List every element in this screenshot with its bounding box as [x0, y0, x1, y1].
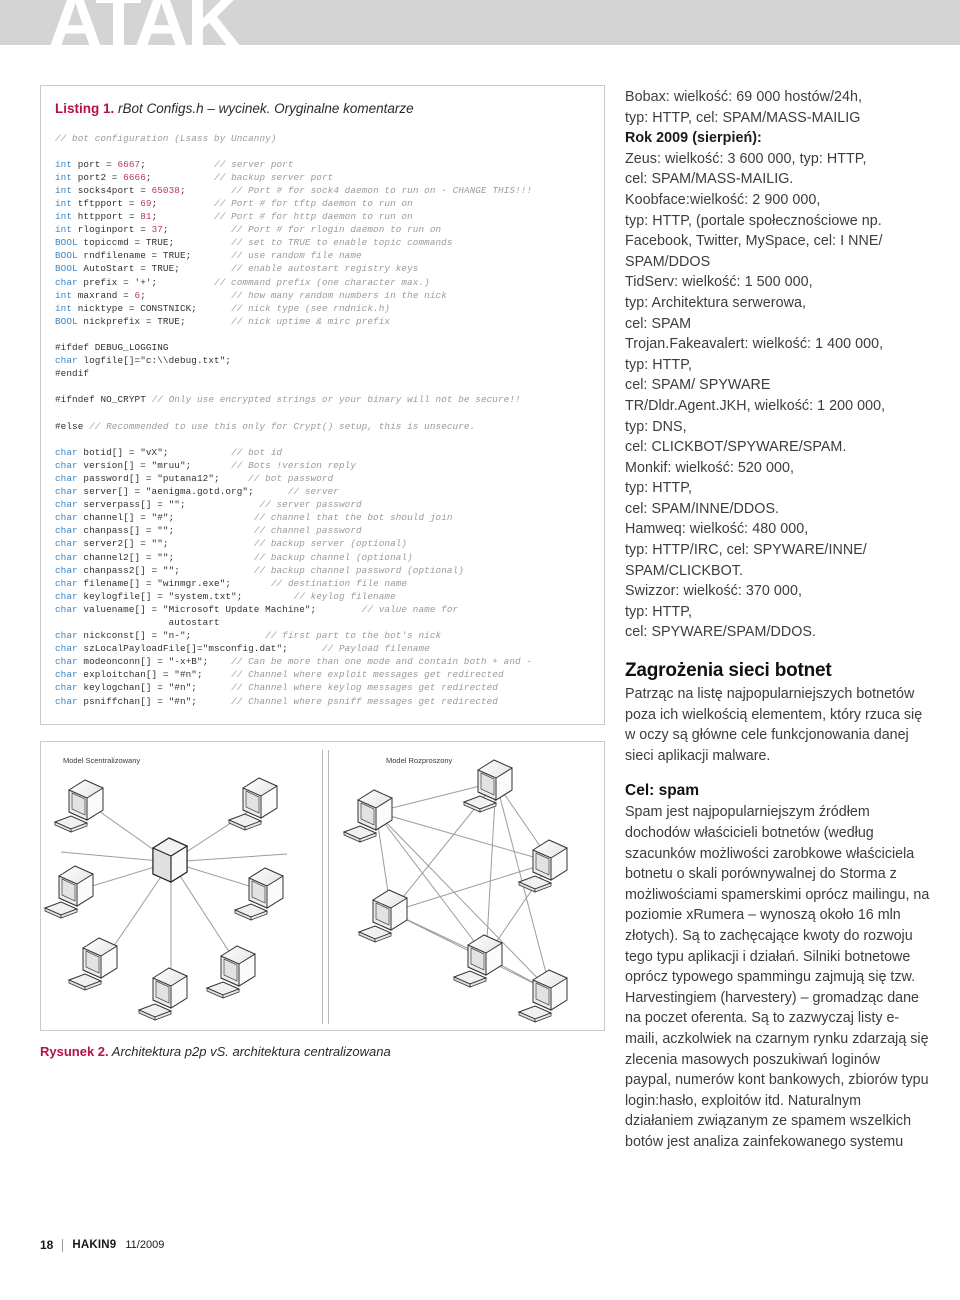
botnet-info-line: SPAM/CLICKBOT. — [625, 562, 744, 579]
botnet-info-line: cel: SPAM/INNE/DDOS. — [625, 500, 780, 517]
botnet-info-line: typ: HTTP, — [625, 480, 692, 497]
botnet-info-line: cel: SPAM — [625, 315, 692, 332]
network-topology-svg — [44, 759, 568, 1023]
heading-spam: Cel: spam — [625, 782, 700, 800]
heading-threats: Zagrożenia sieci botnet — [625, 660, 832, 682]
botnet-info-line: typ: Architektura serwerowa, — [625, 294, 806, 311]
code-listing-box: Listing 1. rBot Configs.h – wycinek. Ory… — [40, 85, 605, 725]
paragraph-spam: Spam jest najpopularniejszym źródłem doc… — [625, 804, 930, 1150]
left-column: Listing 1. rBot Configs.h – wycinek. Ory… — [40, 85, 605, 1059]
botnet-info-line: typ: HTTP, cel: SPAM/MASS-MAILIG — [625, 109, 861, 126]
listing-caption: rBot Configs.h – wycinek. Oryginalne kom… — [118, 101, 414, 116]
botnet-info-line: TidServ: wielkość: 1 500 000, — [625, 274, 813, 291]
listing-header: Listing 1. rBot Configs.h – wycinek. Ory… — [55, 100, 592, 118]
botnet-info-line: Monkif: wielkość: 520 000, — [625, 459, 794, 476]
page-footer: 18 HAKIN9 11/2009 — [40, 1238, 164, 1252]
magazine-name: HAKIN9 — [72, 1239, 117, 1251]
listing-label: Listing 1. — [55, 101, 115, 116]
botnet-info-line: Bobax: wielkość: 69 000 hostów/24h, — [625, 89, 862, 105]
botnet-info-line: TR/Dldr.Agent.JKH, wielkość: 1 200 000, — [625, 397, 886, 414]
botnet-info-line: Zeus: wielkość: 3 600 000, typ: HTTP, — [625, 150, 867, 167]
centralized-model-group — [44, 777, 288, 1021]
botnet-info-line: SPAM/DDOS — [625, 253, 711, 270]
botnet-info-line: cel: SPYWARE/SPAM/DDOS. — [625, 624, 817, 641]
botnet-info-line: typ: HTTP/IRC, cel: SPYWARE/INNE/ — [625, 542, 867, 559]
right-column: Bobax: wielkość: 69 000 hostów/24h, typ: … — [625, 87, 930, 1153]
botnet-info-line: cel: CLICKBOT/SPYWARE/SPAM. — [625, 439, 847, 456]
footer-divider — [62, 1238, 64, 1252]
figure-caption-label: Rysunek 2. — [40, 1043, 109, 1059]
figure-caption: Rysunek 2. Architektura p2p vS. architek… — [40, 1044, 605, 1059]
paragraph-threats: Patrząc na listę najpopularniejszych bot… — [625, 686, 923, 764]
section-banner: ATAK — [0, 0, 960, 60]
botnet-info-line: cel: SPAM/MASS-MAILIG. — [625, 171, 794, 188]
figure-architecture-diagram: Model Scentralizowany Model Rozproszony — [40, 740, 605, 1031]
botnet-info-line: typ: HTTP, (portale społecznościowe np. — [625, 212, 882, 229]
botnet-info-line: Trojan.Fakeavalert: wielkość: 1 400 000, — [625, 336, 884, 353]
botnet-info-line: typ: HTTP, — [625, 356, 692, 373]
botnet-info-line: typ: DNS, — [625, 418, 687, 435]
botnet-info-line: Rok 2009 (sierpień): — [625, 130, 762, 147]
botnet-info-line: Swizzor: wielkość: 370 000, — [625, 583, 802, 600]
issue-number: 11/2009 — [125, 1239, 165, 1251]
botnet-list: Bobax: wielkość: 69 000 hostów/24h, typ: … — [625, 87, 930, 643]
botnet-info-line: Koobface:wielkość: 2 900 000, — [625, 191, 821, 208]
botnet-info-line: typ: HTTP, — [625, 603, 692, 620]
botnet-info-line: Hamweq: wielkość: 480 000, — [625, 521, 809, 538]
code-block: // bot configuration (Lsass by Uncanny) … — [55, 132, 533, 707]
botnet-info-line: cel: SPAM/ SPYWARE — [625, 377, 771, 394]
figure-caption-text: Architektura p2p vS. architektura centra… — [111, 1043, 391, 1059]
botnet-info-line: Facebook, Twitter, MySpace, cel: I NNE/ — [625, 233, 883, 250]
page-body: Listing 1. rBot Configs.h – wycinek. Ory… — [0, 45, 960, 1300]
distributed-model-group — [343, 759, 568, 1023]
page-number: 18 — [40, 1238, 54, 1252]
